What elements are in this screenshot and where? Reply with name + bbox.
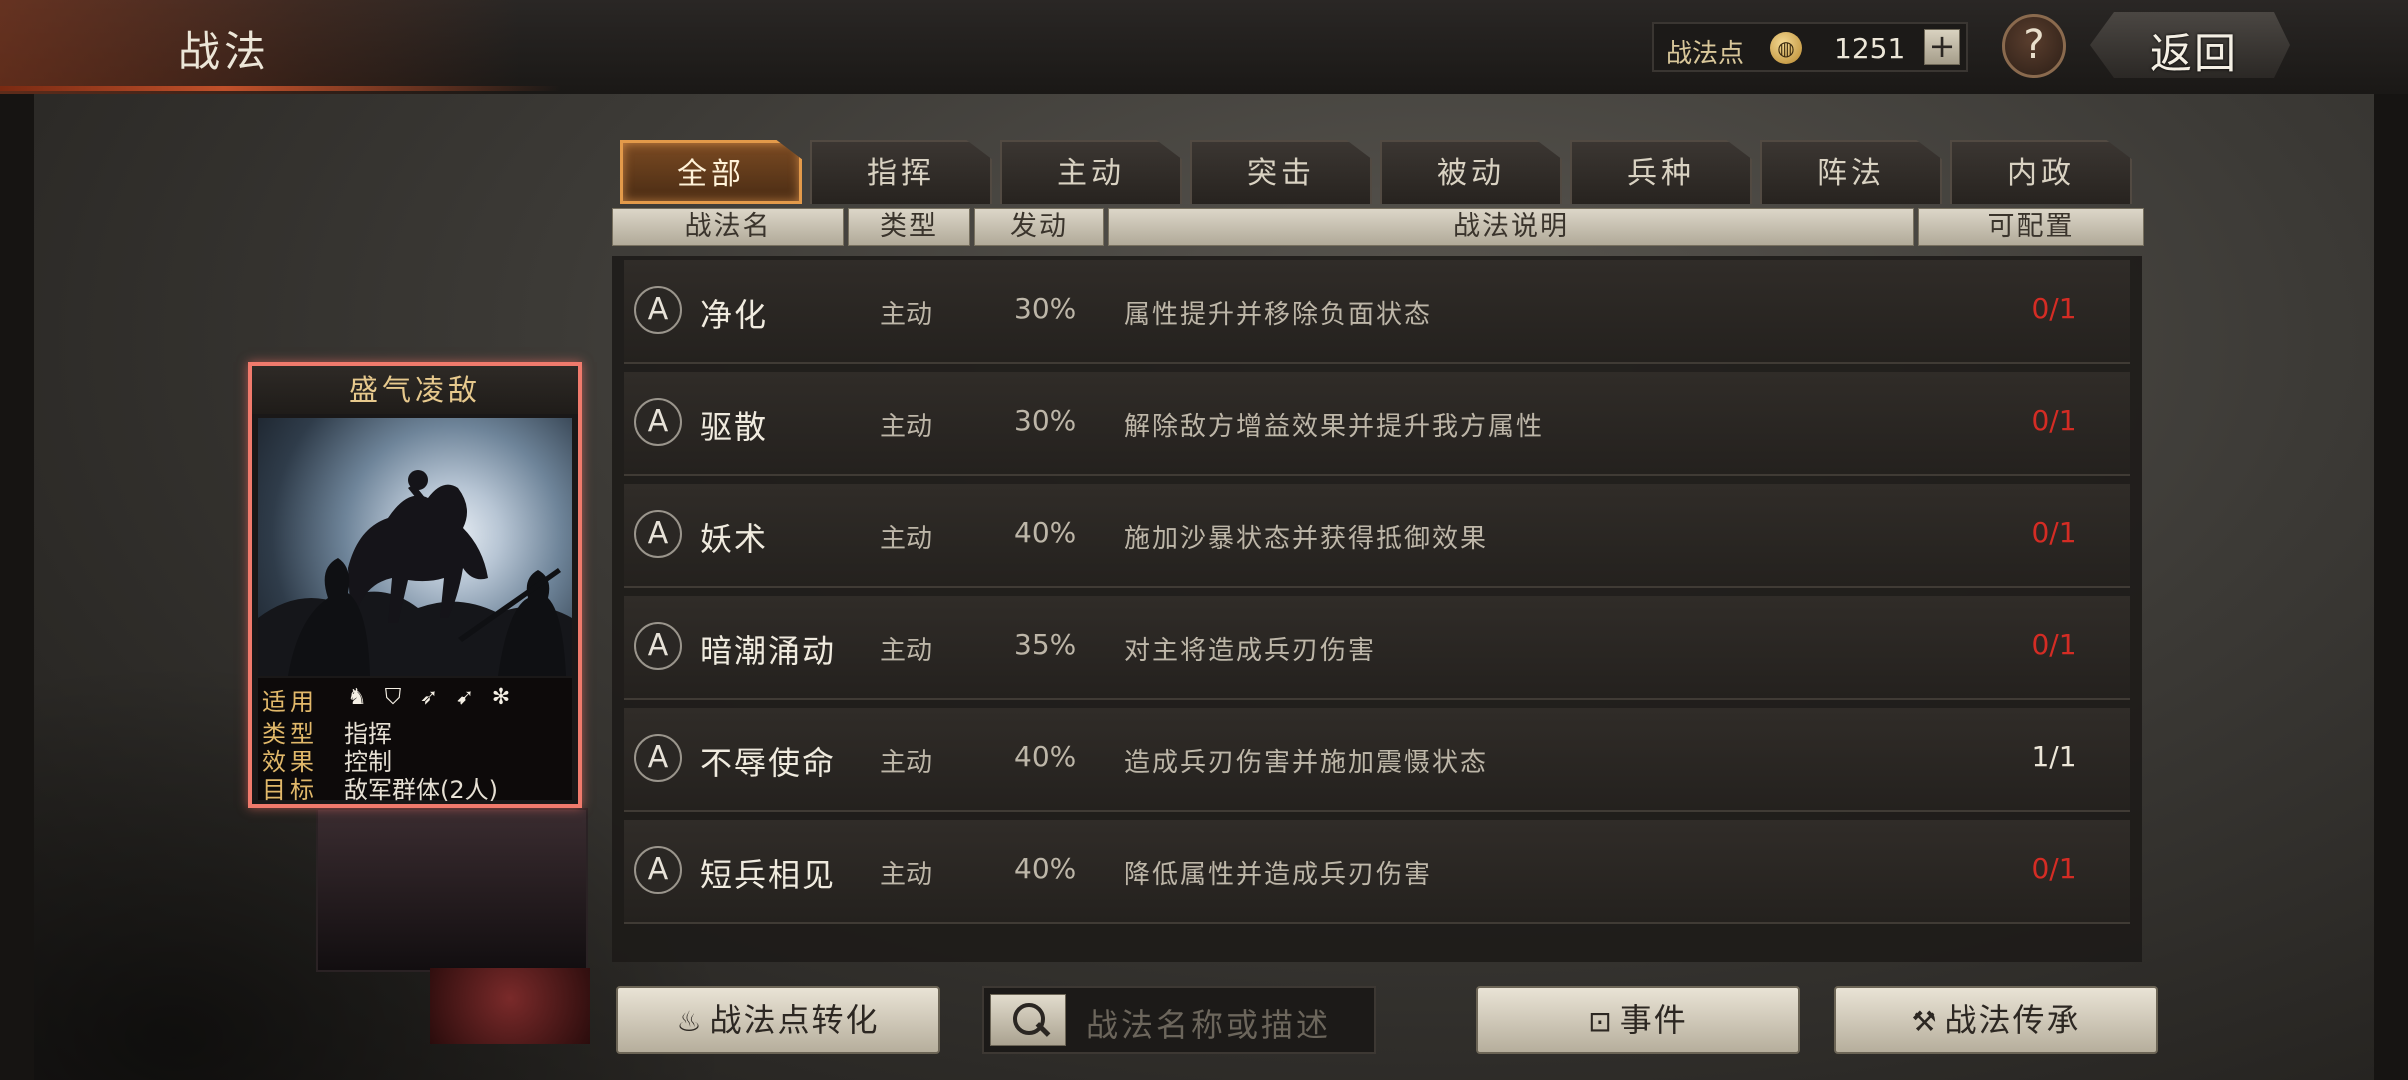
- tab-passive[interactable]: 被动: [1380, 140, 1562, 204]
- search-button[interactable]: [990, 994, 1066, 1046]
- tactic-description: 对主将造成兵刃伤害: [1124, 636, 1377, 666]
- stacked-card-art: [316, 808, 588, 972]
- search-box[interactable]: 战法名称或描述: [982, 986, 1376, 1054]
- tactic-name: 净化: [700, 296, 769, 334]
- tactic-rate: 40%: [1014, 852, 1077, 885]
- tactic-name: 暗潮涌动: [700, 632, 837, 670]
- tactic-configurable: 1/1: [2031, 740, 2077, 773]
- grade-a-badge: A: [634, 286, 682, 334]
- flame-icon: ♨: [676, 1005, 704, 1038]
- tactic-type: 主动: [880, 412, 933, 442]
- inherit-button[interactable]: ⚒ 战法传承: [1834, 986, 2158, 1054]
- tab-formation[interactable]: 阵法: [1760, 140, 1942, 204]
- tactic-description: 造成兵刃伤害并施加震慑状态: [1124, 748, 1489, 778]
- event-button[interactable]: ⊡ 事件: [1476, 986, 1800, 1054]
- chariot-icon: ✻: [491, 685, 511, 710]
- tactic-description: 降低属性并造成兵刃伤害: [1124, 860, 1433, 890]
- tactic-rate: 30%: [1014, 292, 1077, 325]
- tactic-name: 不辱使命: [700, 744, 837, 782]
- tactic-name: 驱散: [700, 408, 769, 446]
- tactic-rate: 40%: [1014, 516, 1077, 549]
- tactic-row[interactable]: A 短兵相见 主动 40% 降低属性并造成兵刃伤害 0/1: [624, 820, 2130, 924]
- tactic-row[interactable]: A 不辱使命 主动 40% 造成兵刃伤害并施加震慑状态 1/1: [624, 708, 2130, 812]
- tactic-list: A 净化 主动 30% 属性提升并移除负面状态 0/1 A 驱散 主动 30% …: [612, 256, 2142, 962]
- column-header-name[interactable]: 战法名: [612, 208, 844, 246]
- tactic-points-display: 战法点 ◍ 1251 +: [1652, 22, 1968, 72]
- convert-points-label: 战法点转化: [709, 1001, 880, 1039]
- tab-internal[interactable]: 内政: [1950, 140, 2132, 204]
- column-header-configurable[interactable]: 可配置: [1918, 208, 2144, 246]
- back-button-label: 返回: [2150, 29, 2239, 78]
- top-bar: 战法 战法点 ◍ 1251 + ? 返回: [0, 0, 2408, 94]
- tactic-rate: 30%: [1014, 404, 1077, 437]
- tactic-row[interactable]: A 暗潮涌动 主动 35% 对主将造成兵刃伤害 0/1: [624, 596, 2130, 700]
- tactic-points-label: 战法点: [1666, 39, 1745, 69]
- card-title: 盛气凌敌: [252, 366, 578, 414]
- target-label: 目标: [262, 776, 318, 804]
- tactic-rate: 40%: [1014, 740, 1077, 773]
- tab-active[interactable]: 主动: [1000, 140, 1182, 204]
- tab-troop[interactable]: 兵种: [1570, 140, 1752, 204]
- add-points-button[interactable]: +: [1924, 29, 1960, 65]
- tactic-configurable: 0/1: [2031, 628, 2077, 661]
- grade-a-badge: A: [634, 734, 682, 782]
- tactic-configurable: 0/1: [2031, 852, 2077, 885]
- tab-command[interactable]: 指挥: [810, 140, 992, 204]
- grade-a-badge: A: [634, 846, 682, 894]
- tactic-point-coin-icon: ◍: [1770, 32, 1802, 64]
- card-artwork: [258, 418, 572, 676]
- grade-a-badge: A: [634, 622, 682, 670]
- cavalry-icon: ♞: [347, 685, 367, 710]
- tactic-row[interactable]: A 驱散 主动 30% 解除敌方增益效果并提升我方属性 0/1: [624, 372, 2130, 476]
- tactic-type: 主动: [880, 860, 933, 890]
- tactic-name: 妖术: [700, 520, 769, 558]
- target-row: 目标 敌军群体(2人): [262, 770, 572, 804]
- grade-a-badge: A: [634, 510, 682, 558]
- tactic-points-value: 1251: [1834, 32, 1906, 65]
- type-row: 类型 指挥: [262, 714, 572, 748]
- header-accent-line: [0, 86, 560, 91]
- target-value: 敌军群体(2人): [344, 776, 498, 804]
- tactic-configurable: 0/1: [2031, 516, 2077, 549]
- convert-points-button[interactable]: ♨ 战法点转化: [616, 986, 940, 1054]
- tactic-detail-card[interactable]: 盛气凌敌 适用 ♞ ⛉ ➶ ➹ ✻ 类型 指挥 效果 控制 目标 敌军群体(2人…: [248, 362, 582, 808]
- card-info-panel: 适用 ♞ ⛉ ➶ ➹ ✻ 类型 指挥 效果 控制 目标 敌军群体(2人): [258, 678, 572, 804]
- tactic-row[interactable]: A 妖术 主动 40% 施加沙暴状态并获得抵御效果 0/1: [624, 484, 2130, 588]
- bow-icon: ➶: [419, 685, 439, 710]
- cavalry-charge-illustration: [258, 470, 572, 676]
- tactic-description: 解除敌方增益效果并提升我方属性: [1124, 412, 1545, 442]
- column-header-description: 战法说明: [1108, 208, 1914, 246]
- tactic-configurable: 0/1: [2031, 292, 2077, 325]
- tactic-type: 主动: [880, 636, 933, 666]
- stacked-card-art: [430, 968, 590, 1044]
- tab-assault[interactable]: 突击: [1190, 140, 1372, 204]
- inherit-label: 战法传承: [1944, 1001, 2081, 1039]
- shield-icon: ⛉: [384, 685, 402, 710]
- column-header-rate[interactable]: 发动: [974, 208, 1104, 246]
- tactic-rate: 35%: [1014, 628, 1077, 661]
- tactic-description: 施加沙暴状态并获得抵御效果: [1124, 524, 1489, 554]
- tactic-description: 属性提升并移除负面状态: [1124, 300, 1433, 330]
- apply-label: 适用: [262, 688, 318, 716]
- apply-row: 适用 ♞ ⛉ ➶ ➹ ✻: [262, 682, 572, 716]
- search-input[interactable]: 战法名称或描述: [1086, 1000, 1331, 1046]
- tactic-row[interactable]: A 净化 主动 30% 属性提升并移除负面状态 0/1: [624, 260, 2130, 364]
- tab-all[interactable]: 全部: [620, 140, 802, 204]
- tactic-name: 短兵相见: [700, 856, 837, 894]
- help-button[interactable]: ?: [2002, 14, 2066, 78]
- alert-icon: ⊡: [1588, 1005, 1614, 1038]
- spear-icon: ➹: [455, 685, 475, 710]
- tactic-type: 主动: [880, 748, 933, 778]
- hammer-icon: ⚒: [1911, 1005, 1939, 1038]
- column-header-type[interactable]: 类型: [848, 208, 970, 246]
- tactic-type: 主动: [880, 524, 933, 554]
- grade-a-badge: A: [634, 398, 682, 446]
- back-button[interactable]: 返回: [2090, 12, 2290, 78]
- tactic-configurable: 0/1: [2031, 404, 2077, 437]
- event-label: 事件: [1619, 1001, 1688, 1039]
- effect-row: 效果 控制: [262, 742, 572, 776]
- tactic-type: 主动: [880, 300, 933, 330]
- page-title: 战法: [178, 27, 271, 76]
